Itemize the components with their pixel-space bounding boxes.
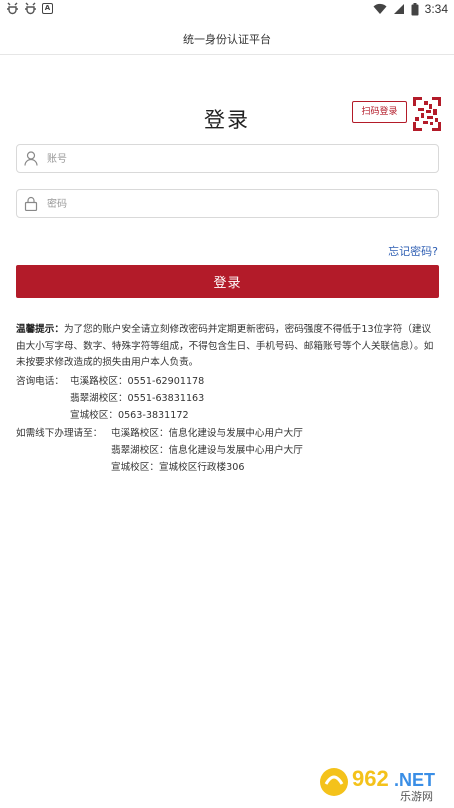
password-field[interactable] xyxy=(16,189,439,218)
lock-icon xyxy=(24,196,38,211)
system-status: 3:34 xyxy=(373,2,448,16)
offline-row: 宣城校区：宣城校区行政楼306 xyxy=(111,462,245,473)
consult-row: 屯溪路校区：0551-62901178 xyxy=(70,376,205,387)
notice-text: 温馨提示：为了您的账户安全请立刻修改密码并定期更新密码，密码强度不得低于13位字… xyxy=(16,322,440,372)
offline-label: 如需线下办理请至： xyxy=(16,428,103,439)
notice-body: 为了您的账户安全请立刻修改密码并定期更新密码，密码强度不得低于13位字符（建议由… xyxy=(16,324,434,368)
forgot-password-link[interactable]: 忘记密码? xyxy=(388,243,438,259)
a-square-icon: A xyxy=(42,3,53,14)
offline-row: 屯溪路校区：信息化建设与发展中心用户大厅 xyxy=(111,428,303,439)
qr-code-icon[interactable] xyxy=(413,97,441,131)
watermark-suffix: .NET xyxy=(394,770,435,790)
bug-icon xyxy=(7,2,18,15)
battery-icon xyxy=(411,2,419,15)
status-time: 3:34 xyxy=(424,2,448,16)
watermark-number: 962 xyxy=(352,766,389,791)
account-input[interactable] xyxy=(47,149,427,169)
app-bar: 统一身份认证平台 xyxy=(0,20,454,55)
wifi-icon xyxy=(373,3,387,15)
notice-label: 温馨提示： xyxy=(16,324,64,335)
signal-icon xyxy=(393,4,404,14)
qr-login-button[interactable]: 扫码登录 xyxy=(352,101,407,123)
notification-icons: A xyxy=(6,2,53,15)
consult-row: 宣城校区：0563-3831172 xyxy=(70,410,189,421)
watermark-logo: 962 .NET 乐游网 xyxy=(320,766,435,802)
page-title: 统一身份认证平台 xyxy=(183,33,271,46)
user-icon xyxy=(24,151,38,166)
consult-row: 翡翠湖校区：0551-63831163 xyxy=(70,393,205,404)
bug-icon xyxy=(25,2,36,15)
watermark-cn: 乐游网 xyxy=(400,790,433,802)
offline-row: 翡翠湖校区：信息化建设与发展中心用户大厅 xyxy=(111,445,303,456)
login-button[interactable]: 登录 xyxy=(16,265,439,298)
account-field[interactable] xyxy=(16,144,439,173)
consult-label: 咨询电话： xyxy=(16,376,64,387)
password-input[interactable] xyxy=(47,194,427,214)
status-bar: A 3:34 xyxy=(0,0,454,20)
